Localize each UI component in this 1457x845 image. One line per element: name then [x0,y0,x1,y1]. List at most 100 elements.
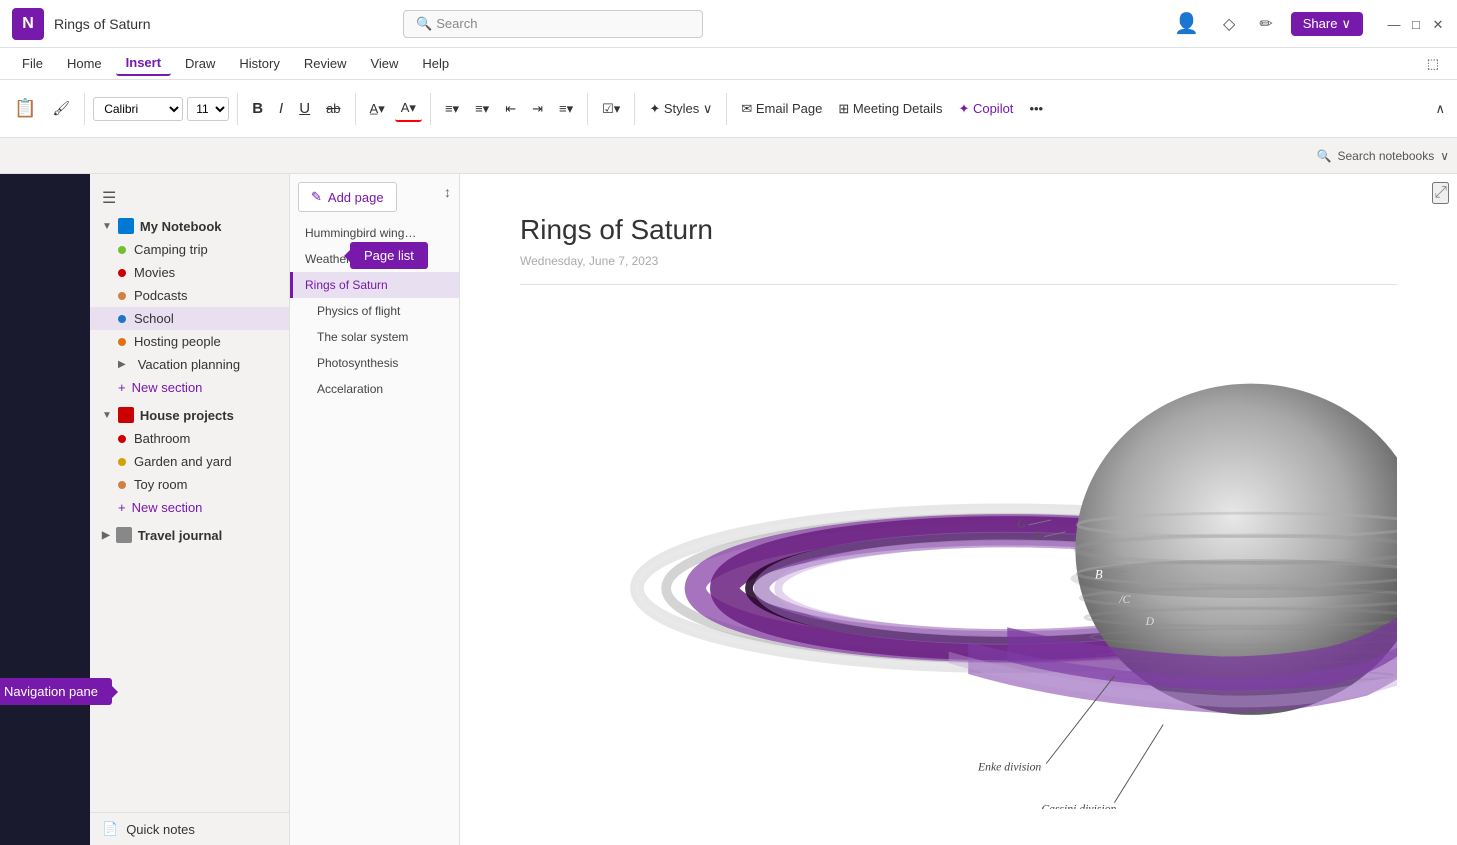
svg-text:Cassini division: Cassini division [1041,802,1116,809]
outdent-button[interactable]: ⇤ [499,97,522,121]
menu-view[interactable]: View [360,52,408,75]
strikethrough-button[interactable]: ab [320,97,346,120]
navigation-pane-tooltip: Navigation pane [0,678,112,705]
highlight-button[interactable]: A̲▾ [364,97,391,121]
user-avatar-button[interactable]: 👤 [1168,7,1205,40]
notebook-house-projects: ▼ House projects Bathroom Garden and yar… [90,403,289,519]
bullets-button[interactable]: ≡▾ [439,97,465,121]
search-notebooks-button[interactable]: 🔍 Search notebooks ∨ [1317,149,1449,163]
format-painter-button[interactable]: 🖌 [46,96,76,121]
section-dot [118,481,126,489]
section-label: Vacation planning [138,357,240,372]
new-section-house-projects[interactable]: + New section [90,496,289,519]
sidebar-item-podcasts[interactable]: Podcasts [90,284,289,307]
maximize-button[interactable]: □ [1409,17,1423,31]
bold-button[interactable]: B [246,96,269,121]
notebook-travel-journal: ▶ Travel journal [90,523,289,547]
title-actions: 👤 ◇ ✏ Share ∨ — □ ✕ [1168,7,1445,40]
meeting-details-button[interactable]: ⊞ Meeting Details [832,97,948,121]
checklist-button[interactable]: ☑▾ [596,97,626,121]
pen-icon-button[interactable]: ✏ [1253,10,1278,38]
section-label: Bathroom [134,431,190,446]
sidebar-item-movies[interactable]: Movies [90,261,289,284]
italic-button[interactable]: I [273,96,289,121]
page-item-rings-of-saturn[interactable]: Rings of Saturn [290,272,459,298]
copilot-button[interactable]: ✦ Copilot [952,97,1019,121]
section-label: Camping trip [134,242,208,257]
section-label: Garden and yard [134,454,232,469]
diamond-icon-button[interactable]: ◇ [1217,10,1241,38]
font-selector[interactable]: Calibri Arial Times New Roman [93,97,183,121]
ribbon-collapse-button[interactable]: ∧ [1431,97,1449,121]
svg-text:D: D [1145,615,1155,628]
svg-text:Enke division: Enke division [977,760,1041,773]
section-label: Movies [134,265,175,280]
page-item-physics-of-flight[interactable]: Physics of flight [290,298,459,324]
sidebar-item-school[interactable]: School [90,307,289,330]
menu-history[interactable]: History [229,52,289,75]
hamburger-button[interactable]: ☰ [90,182,289,214]
section-dot [118,458,126,466]
sidebar-item-camping-trip[interactable]: Camping trip [90,238,289,261]
quick-notes-icon: 📄 [102,821,118,837]
styles-button[interactable]: ✦ Styles ∨ [643,97,718,121]
menu-insert[interactable]: Insert [116,51,171,76]
section-dot [118,338,126,346]
plus-icon: + [118,500,126,515]
more-options-button[interactable]: ••• [1023,97,1049,120]
numbering-button[interactable]: ≡▾ [469,97,495,121]
notebook-header-my-notebook[interactable]: ▼ My Notebook [90,214,289,238]
sidebar-item-vacation-planning[interactable]: ▶ Vacation planning [90,353,289,376]
minimize-button[interactable]: — [1387,17,1401,31]
underline-button[interactable]: U [293,96,316,121]
sidebar: ☰ ▼ My Notebook Camping trip Movies Podc… [90,174,290,845]
section-dot [118,435,126,443]
ribbon: 📋 🖌 Calibri Arial Times New Roman 11 12 … [0,80,1457,138]
menu-draw[interactable]: Draw [175,52,225,75]
menu-file[interactable]: File [12,52,53,75]
indent-button[interactable]: ⇥ [526,97,549,121]
menu-help[interactable]: Help [412,52,459,75]
chevron-down-icon: ∨ [1440,149,1449,163]
font-size-selector[interactable]: 11 12 14 [187,97,229,121]
share-button[interactable]: Share ∨ [1291,12,1363,36]
notebook-header-house-projects[interactable]: ▼ House projects [90,403,289,427]
menu-bar: File Home Insert Draw History Review Vie… [0,48,1457,80]
sidebar-item-bathroom[interactable]: Bathroom [90,427,289,450]
ribbon-layout-button[interactable]: ⬚ [1421,52,1445,76]
page-title: Rings of Saturn [520,214,1397,246]
page-item-photosynthesis[interactable]: Photosynthesis [290,350,459,376]
expand-button[interactable]: ⤢ [1432,182,1449,204]
search-bar[interactable]: 🔍 Search [403,10,703,38]
quick-notes[interactable]: 📄 Quick notes [90,812,289,845]
new-section-my-notebook[interactable]: + New section [90,376,289,399]
paste-button[interactable]: 📋 [8,94,42,123]
alignment-button[interactable]: ≡▾ [553,97,579,121]
add-page-label: Add page [328,190,384,205]
notebook-icon-travel-journal [116,527,132,543]
sidebar-item-garden-and-yard[interactable]: Garden and yard [90,450,289,473]
page-date: Wednesday, June 7, 2023 [520,254,1397,285]
page-item-solar-system[interactable]: The solar system [290,324,459,350]
section-dot [118,292,126,300]
section-label: Hosting people [134,334,221,349]
email-page-button[interactable]: ✉ Email Page [735,97,828,121]
menu-review[interactable]: Review [294,52,357,75]
section-label: Podcasts [134,288,187,303]
section-dot [118,246,126,254]
add-page-button[interactable]: ✎ Add page [298,182,397,212]
new-section-label: New section [132,380,203,395]
section-dot [118,269,126,277]
notebook-my-notebook: ▼ My Notebook Camping trip Movies Podcas… [90,214,289,399]
page-item-accelaration[interactable]: Accelaration [290,376,459,402]
notebook-header-travel-journal[interactable]: ▶ Travel journal [90,523,289,547]
svg-text:/C: /C [1118,593,1130,606]
font-color-button[interactable]: A▾ [395,96,422,122]
saturn-image: G F A B /C D Enke division Cassini divis… [520,309,1397,809]
sort-pages-button[interactable]: ↕ [444,184,451,200]
close-button[interactable]: ✕ [1431,17,1445,31]
menu-home[interactable]: Home [57,52,112,75]
sidebar-item-toy-room[interactable]: Toy room [90,473,289,496]
notebooks-search-bar: 🔍 Search notebooks ∨ [0,138,1457,174]
sidebar-item-hosting-people[interactable]: Hosting people [90,330,289,353]
